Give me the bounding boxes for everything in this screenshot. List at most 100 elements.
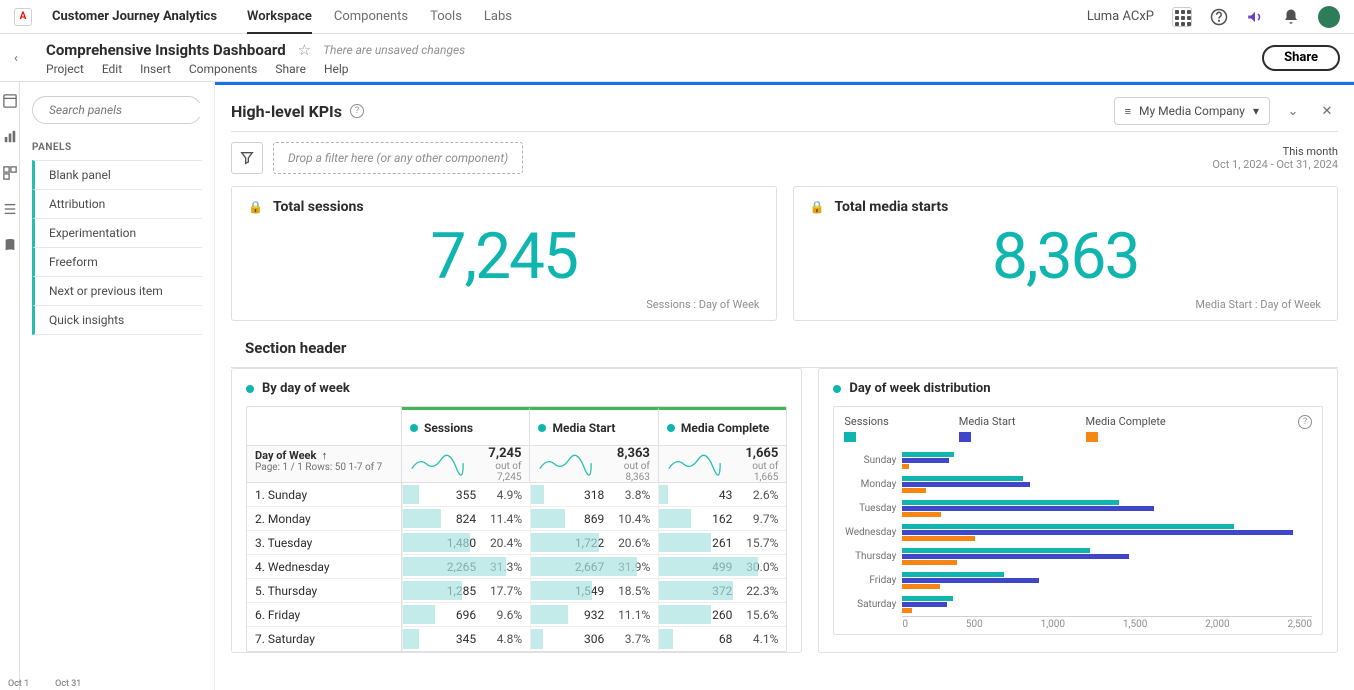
- announcements-icon[interactable]: [1246, 8, 1264, 26]
- legend-item: Media Complete: [1086, 415, 1166, 442]
- rail-panels-icon[interactable]: [3, 94, 17, 108]
- project-title: Comprehensive Insights Dashboard: [46, 41, 286, 59]
- freeform-table-card: By day of week SessionsMedia StartMedia …: [231, 368, 802, 653]
- rail-datadict-icon[interactable]: [3, 238, 17, 252]
- axis-tick: 1,500: [1123, 619, 1147, 630]
- chart-bar-row: Saturday: [844, 592, 1312, 616]
- chevron-down-icon: ▾: [1253, 104, 1259, 118]
- table-row[interactable]: 7. Saturday3454.8%3063.7%684.1%: [247, 627, 786, 651]
- kpi-card[interactable]: 🔒 Total media starts 8,363 Media Start : …: [793, 186, 1339, 321]
- kpi-footer: Media Start : Day of Week: [810, 298, 1322, 311]
- kpi-card[interactable]: 🔒 Total sessions 7,245 Sessions : Day of …: [231, 186, 777, 321]
- panel-item-freeform[interactable]: Freeform: [32, 247, 202, 277]
- menu-components[interactable]: Components: [189, 62, 258, 76]
- axis-tick: 0: [902, 619, 908, 630]
- bar-chart-card: Day of week distribution Sessions Media S…: [818, 368, 1338, 653]
- nav-tab-workspace[interactable]: Workspace: [247, 0, 312, 34]
- table-row[interactable]: 3. Tuesday1,48020.4%1,72220.6%26115.7%: [247, 531, 786, 555]
- chart-bar-row: Tuesday: [844, 496, 1312, 520]
- top-bar: A Customer Journey Analytics Workspace Co…: [0, 0, 1354, 34]
- legend-item: Sessions: [844, 415, 888, 442]
- kpi-title: Total sessions: [273, 199, 364, 215]
- table-row[interactable]: 4. Wednesday2,26531.3%2,66731.9%49930.0%: [247, 555, 786, 579]
- bar-chart[interactable]: Sessions Media Start Media Complete? Sunda…: [833, 406, 1323, 635]
- panel-item-attribution[interactable]: Attribution: [32, 189, 202, 219]
- table-row[interactable]: 2. Monday82411.4%86910.4%1629.7%: [247, 507, 786, 531]
- menu-help[interactable]: Help: [324, 62, 349, 76]
- table-row[interactable]: 5. Thursday1,28517.7%1,54918.5%37222.3%: [247, 579, 786, 603]
- apps-switcher-icon[interactable]: [1172, 7, 1192, 27]
- panel-daterange[interactable]: This month Oct 1, 2024 - Oct 31, 2024: [1212, 145, 1338, 171]
- unsaved-changes-label: There are unsaved changes: [323, 43, 465, 57]
- panel-close-button[interactable]: ✕: [1316, 100, 1338, 122]
- table-row[interactable]: 1. Sunday3554.9%3183.8%432.6%: [247, 483, 786, 507]
- rail-toc-icon[interactable]: [3, 202, 17, 216]
- app-name: Customer Journey Analytics: [52, 9, 217, 24]
- chart-info-icon[interactable]: ?: [1298, 415, 1312, 429]
- project-menubar: Project Edit Insert Components Share Help: [46, 62, 465, 76]
- menu-insert[interactable]: Insert: [140, 62, 171, 76]
- viz-dot-icon: [833, 385, 841, 393]
- panel-item-experimentation[interactable]: Experimentation: [32, 218, 202, 248]
- share-button[interactable]: Share: [1262, 45, 1340, 71]
- panel-title: High-level KPIs: [231, 102, 342, 121]
- nav-tab-tools[interactable]: Tools: [430, 0, 462, 34]
- axis-tick: 2,500: [1288, 619, 1312, 630]
- panels-left-panel: PANELS Blank panelAttributionExperimenta…: [20, 82, 215, 690]
- legend-item: Media Start: [959, 415, 1016, 442]
- chart-bar-row: Sunday: [844, 448, 1312, 472]
- rail-visualizations-icon[interactable]: [3, 130, 17, 144]
- data-view-selector[interactable]: ≡ My Media Company ▾: [1114, 97, 1270, 125]
- lock-icon: 🔒: [248, 200, 263, 214]
- org-name: Luma ACxP: [1087, 9, 1154, 24]
- kpi-value: 8,363: [810, 219, 1322, 294]
- user-avatar-icon[interactable]: [1318, 6, 1340, 28]
- chart-bar-row: Monday: [844, 472, 1312, 496]
- kpi-footer: Sessions : Day of Week: [248, 298, 760, 311]
- chart-bar-row: Friday: [844, 568, 1312, 592]
- metric-header[interactable]: Sessions: [402, 407, 530, 445]
- favorite-star-icon[interactable]: ☆: [298, 41, 311, 59]
- freeform-table[interactable]: SessionsMedia StartMedia CompleteDay of …: [246, 406, 787, 652]
- workspace-canvas: High-level KPIs ? ≡ My Media Company ▾ ⌄…: [215, 82, 1354, 690]
- panel-collapse-button[interactable]: ⌄: [1282, 100, 1304, 122]
- panels-section-label: PANELS: [32, 142, 202, 153]
- nav-tab-labs[interactable]: Labs: [484, 0, 512, 34]
- menu-project[interactable]: Project: [46, 62, 84, 76]
- panel-item-quick-insights[interactable]: Quick insights: [32, 305, 202, 335]
- left-rail: [0, 82, 20, 690]
- data-view-icon: ≡: [1125, 105, 1131, 118]
- rail-components-icon[interactable]: [3, 166, 17, 180]
- menu-edit[interactable]: Edit: [102, 62, 122, 76]
- axis-tick: 500: [966, 619, 983, 630]
- filter-icon: [239, 150, 255, 166]
- project-bar: ‹ Comprehensive Insights Dashboard ☆ The…: [0, 34, 1354, 82]
- nav-tab-components[interactable]: Components: [334, 0, 408, 34]
- filter-icon-button[interactable]: [231, 142, 263, 174]
- panel-item-blank-panel[interactable]: Blank panel: [32, 160, 202, 190]
- back-button[interactable]: ‹: [14, 34, 30, 82]
- axis-tick: 1,000: [1041, 619, 1065, 630]
- filter-dropzone[interactable]: Drop a filter here (or any other compone…: [273, 142, 523, 174]
- chart-bar-row: Thursday: [844, 544, 1312, 568]
- metric-header[interactable]: Media Start: [530, 407, 658, 445]
- kpi-value: 7,245: [248, 219, 760, 294]
- nav-tabs: Workspace Components Tools Labs: [247, 0, 512, 34]
- table-title: By day of week: [262, 381, 350, 396]
- chart-bar-row: Wednesday: [844, 520, 1312, 544]
- table-row[interactable]: 6. Friday6969.6%93211.1%26015.6%: [247, 603, 786, 627]
- axis-tick: 2,000: [1205, 619, 1229, 630]
- metric-header[interactable]: Media Complete: [659, 407, 786, 445]
- help-icon[interactable]: [1210, 8, 1228, 26]
- menu-share[interactable]: Share: [275, 62, 306, 76]
- panel-item-next-or-previous-item[interactable]: Next or previous item: [32, 276, 202, 306]
- kpi-title: Total media starts: [834, 199, 948, 215]
- chart-title: Day of week distribution: [849, 381, 990, 396]
- app-logo-icon: A: [14, 8, 32, 26]
- viz-dot-icon: [246, 385, 254, 393]
- notifications-icon[interactable]: [1282, 8, 1300, 26]
- lock-icon: 🔒: [810, 200, 825, 214]
- search-panels-input[interactable]: [32, 96, 202, 124]
- data-view-label: My Media Company: [1139, 104, 1245, 118]
- panel-info-icon[interactable]: ?: [350, 104, 364, 118]
